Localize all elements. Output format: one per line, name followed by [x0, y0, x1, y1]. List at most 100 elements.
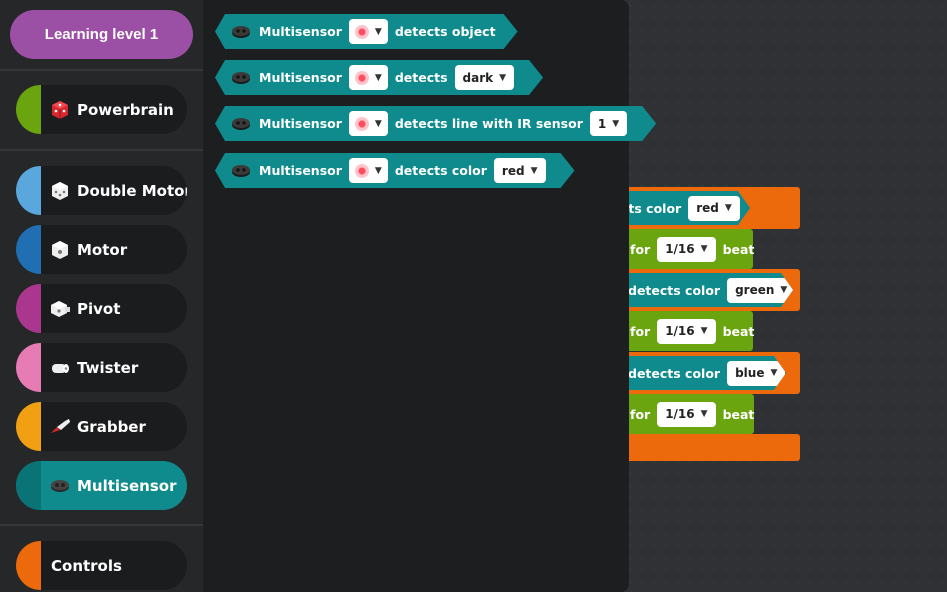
sensor-port-dropdown[interactable]: ▼	[349, 65, 388, 90]
category-double-motor[interactable]: Double Motor	[16, 166, 187, 215]
sidebar-divider	[0, 69, 203, 71]
led-indicator-icon	[355, 164, 369, 178]
ir-sensor-dropdown[interactable]: 1 ▼	[590, 111, 627, 136]
dropdown-value: 1/16	[665, 324, 695, 338]
category-color-stripe	[16, 85, 41, 134]
color-dropdown[interactable]: red ▼	[688, 196, 740, 221]
category-controls[interactable]: Controls	[16, 541, 187, 590]
block-text: cts color	[621, 200, 682, 216]
category-color-stripe	[16, 225, 41, 274]
category-sidebar: Learning level 1 Powerbrain Double Motor…	[0, 0, 203, 592]
if-block-end[interactable]	[600, 434, 800, 461]
chevron-down-icon: ▼	[374, 165, 382, 176]
dropdown-value: dark	[462, 70, 494, 85]
category-pivot[interactable]: Pivot	[16, 284, 187, 333]
category-label: Grabber	[77, 417, 146, 436]
category-color-stripe	[16, 402, 41, 451]
color-dropdown[interactable]: green ▼	[727, 278, 795, 303]
multisensor-icon	[49, 475, 71, 497]
block-text: for	[630, 241, 651, 257]
category-color-stripe	[16, 284, 41, 333]
block-text: detects color	[628, 365, 721, 381]
sidebar-divider	[0, 149, 203, 151]
sensor-port-dropdown[interactable]: ▼	[349, 158, 388, 183]
led-indicator-icon	[355, 117, 369, 131]
chevron-down-icon: ▼	[700, 326, 708, 336]
chevron-down-icon: ▼	[612, 118, 620, 129]
chevron-down-icon: ▼	[374, 118, 382, 129]
double-motor-icon	[49, 180, 71, 202]
block-text: detects	[394, 70, 448, 85]
sensor-port-dropdown[interactable]: ▼	[349, 19, 388, 44]
block-sensor-label: Multisensor	[259, 116, 342, 131]
category-label: Controls	[51, 556, 122, 575]
block-text: detects line with IR sensor	[394, 116, 583, 131]
block-suffix: beat	[722, 323, 755, 339]
motor-icon	[49, 239, 71, 261]
dropdown-value: blue	[735, 366, 765, 380]
beat-dropdown[interactable]: 1/16 ▼	[657, 236, 716, 262]
color-dropdown[interactable]: red ▼	[494, 158, 546, 183]
block-text: detects color	[394, 163, 487, 178]
multisensor-detects-line-block[interactable]: Multisensor ▼ detects line with IR senso…	[215, 106, 656, 141]
category-grabber[interactable]: Grabber	[16, 402, 187, 451]
twister-icon	[49, 357, 71, 379]
category-label: Twister	[77, 358, 139, 377]
category-label: Motor	[77, 240, 128, 259]
pivot-icon	[49, 298, 71, 320]
dropdown-value: green	[735, 283, 775, 297]
block-sensor-label: Multisensor	[259, 70, 342, 85]
block-text: detects color	[628, 282, 721, 298]
multisensor-detects-object-block[interactable]: Multisensor ▼ detects object	[215, 14, 518, 49]
beat-dropdown[interactable]: 1/16 ▼	[657, 318, 716, 344]
block-sensor-label: Multisensor	[259, 163, 342, 178]
category-twister[interactable]: Twister	[16, 343, 187, 392]
chevron-down-icon: ▼	[374, 72, 382, 83]
block-text: for	[630, 323, 651, 339]
category-color-stripe	[16, 461, 41, 510]
category-label: Pivot	[77, 299, 121, 318]
category-label: Double Motor	[77, 181, 187, 200]
sidebar-divider	[0, 524, 203, 526]
block-text: for	[630, 406, 651, 422]
category-color-stripe	[16, 343, 41, 392]
category-multisensor[interactable]: Multisensor	[16, 461, 187, 510]
multisensor-icon	[231, 164, 251, 178]
category-color-stripe	[16, 541, 41, 590]
block-suffix: beat	[722, 241, 755, 257]
category-label: Multisensor	[77, 476, 177, 495]
chevron-down-icon: ▼	[700, 409, 708, 419]
chevron-down-icon: ▼	[724, 203, 732, 213]
multisensor-detects-color-block[interactable]: Multisensor ▼ detects color red ▼	[215, 153, 575, 188]
dropdown-value: red	[696, 201, 719, 215]
sensor-port-dropdown[interactable]: ▼	[349, 111, 388, 136]
multisensor-icon	[231, 71, 251, 85]
category-powerbrain[interactable]: Powerbrain	[16, 85, 187, 134]
block-sensor-label: Multisensor	[259, 24, 342, 39]
color-dropdown[interactable]: blue ▼	[727, 361, 785, 386]
dropdown-value: 1/16	[665, 242, 695, 256]
multisensor-icon	[231, 25, 251, 39]
multisensor-icon	[231, 117, 251, 131]
block-flyout: Multisensor ▼ detects object Multisensor…	[203, 0, 629, 592]
led-indicator-icon	[355, 71, 369, 85]
chevron-down-icon: ▼	[700, 244, 708, 254]
category-label: Powerbrain	[77, 100, 174, 119]
category-motor[interactable]: Motor	[16, 225, 187, 274]
block-text: detects object	[394, 24, 496, 39]
dropdown-value: 1/16	[665, 407, 695, 421]
multisensor-detects-light-block[interactable]: Multisensor ▼ detects dark ▼	[215, 60, 543, 95]
chevron-down-icon: ▼	[770, 368, 778, 378]
dropdown-value: 1	[597, 116, 607, 131]
chevron-down-icon: ▼	[780, 285, 788, 295]
powerbrain-icon	[49, 99, 71, 121]
block-suffix: beat	[722, 406, 755, 422]
learning-level-button[interactable]: Learning level 1	[10, 10, 193, 59]
dropdown-value: red	[501, 163, 525, 178]
brightness-dropdown[interactable]: dark ▼	[455, 65, 515, 90]
beat-dropdown[interactable]: 1/16 ▼	[657, 401, 716, 427]
chevron-down-icon: ▼	[499, 72, 507, 83]
chevron-down-icon: ▼	[374, 26, 382, 37]
grabber-icon	[49, 416, 71, 438]
chevron-down-icon: ▼	[530, 165, 538, 176]
